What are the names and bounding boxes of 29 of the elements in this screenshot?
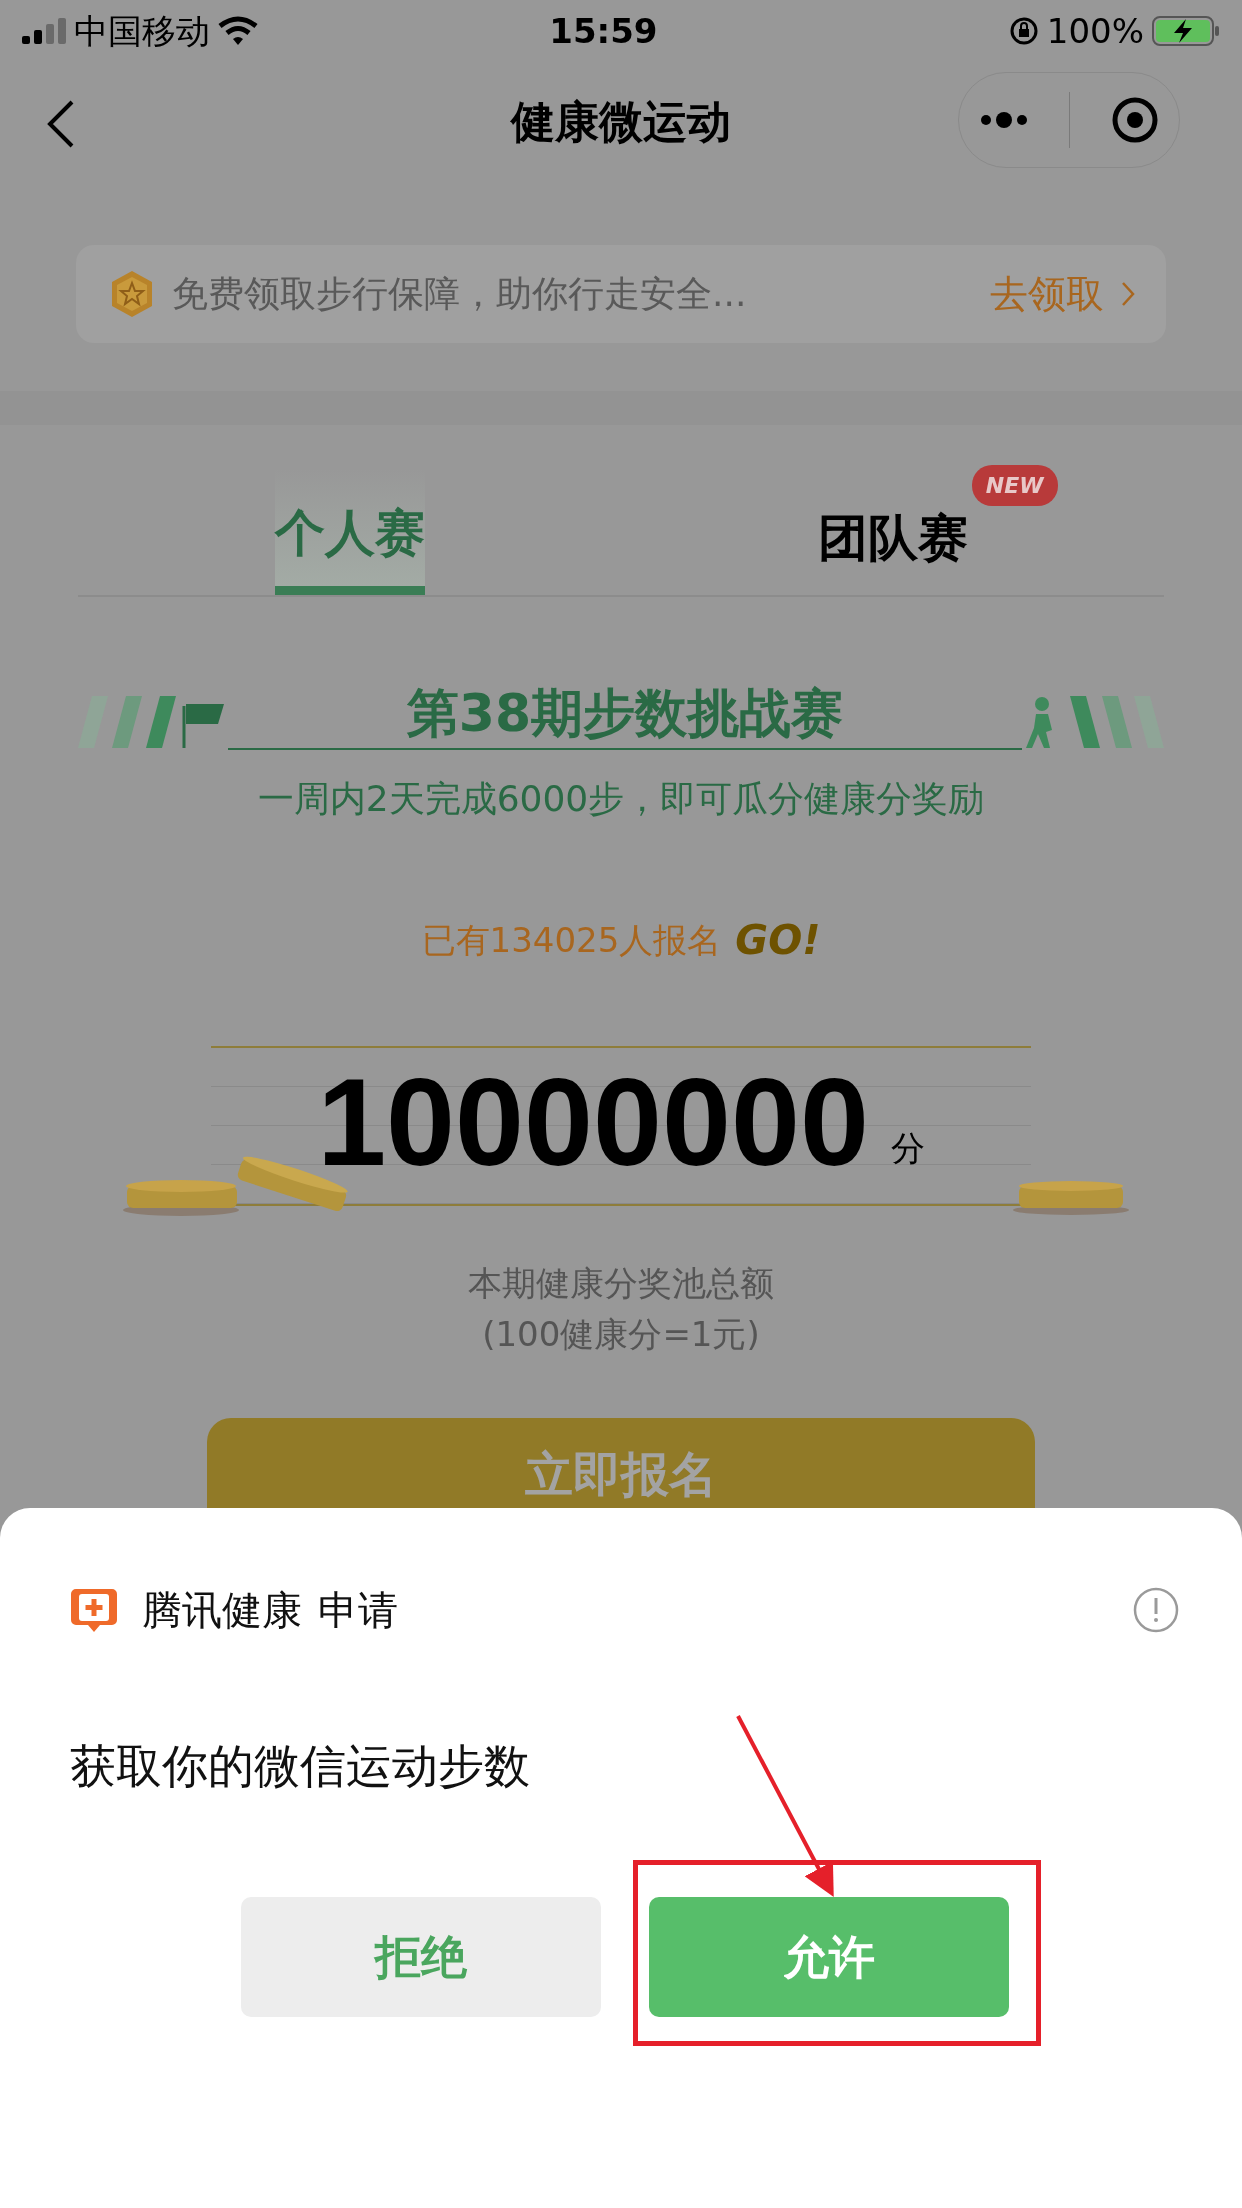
info-icon[interactable] [1132,1586,1180,1634]
app-name: 腾讯健康 [142,1586,302,1635]
status-time: 15:59 [548,9,659,53]
deny-button[interactable]: 拒绝 [241,1897,601,2017]
new-badge: NEW [971,465,1058,506]
allow-button[interactable]: 允许 [649,1897,1009,2017]
rotation-lock-icon [1008,16,1039,46]
carrier-name: 中国移动 [74,9,210,53]
exchange-rate: (100健康分=1元) [481,1313,761,1357]
chevron-right-icon [1120,280,1136,308]
signup-count: 已有134025人报名 [421,918,722,962]
page-title: 健康微运动 [511,95,731,149]
app-logo-icon [70,1587,118,1633]
prize-amount: 10000000 [317,1060,869,1185]
banner-text: 免费领取步行保障，助你行走安全... [172,272,748,316]
go-label: GO! [735,916,821,966]
signal-icon [22,18,66,44]
battery-icon [1152,16,1220,46]
close-icon [1110,96,1159,144]
challenge-subtitle: 一周内2天完成6000步，即可瓜分健康分奖励 [256,777,986,822]
request-label: 申请 [318,1586,398,1635]
points-unit: 分 [890,1127,925,1171]
pool-caption: 本期健康分奖池总额 [467,1262,775,1306]
challenge-title: 第38期步数挑战赛 [405,685,845,743]
battery-percent: 100% [1046,9,1144,53]
claim-link[interactable]: 去领取 [990,265,1104,323]
permission-request: 获取你的微信运动步数 [70,1738,531,1795]
banner[interactable]: 免费领取步行保障，助你行走安全... 去领取 [76,245,1166,343]
wifi-icon [218,16,258,46]
